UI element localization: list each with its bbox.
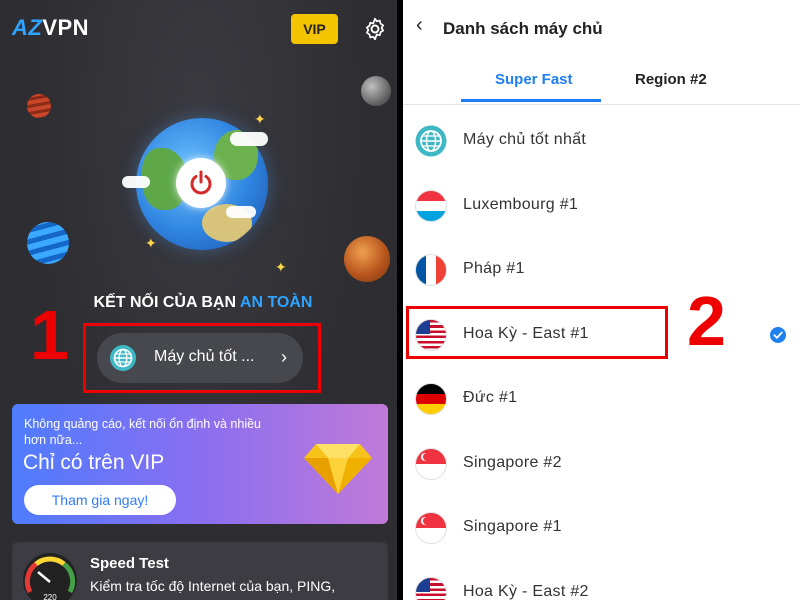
- vip-button[interactable]: VIP: [291, 14, 338, 44]
- promo-title: Chỉ có trên VIP: [23, 451, 165, 474]
- speed-test-title: Speed Test: [90, 555, 169, 572]
- sparkle-icon: ✦: [145, 235, 157, 251]
- sparkle-icon: ✦: [275, 259, 287, 275]
- server-name: Pháp #1: [463, 260, 525, 277]
- active-tab-indicator: [461, 99, 601, 102]
- gauge-label: 220: [43, 593, 57, 600]
- server-list-item[interactable]: Hoa Kỳ - East #2: [403, 561, 800, 600]
- page-title: Danh sách máy chủ: [443, 19, 603, 38]
- gear-icon[interactable]: [362, 16, 388, 42]
- server-list-item[interactable]: Máy chủ tốt nhất: [403, 109, 800, 173]
- join-now-button[interactable]: Tham gia ngay!: [24, 485, 176, 515]
- germany-flag-icon: [415, 383, 447, 415]
- server-list-screen: ‹ Danh sách máy chủ Super Fast Region #2…: [403, 0, 800, 600]
- diamond-icon: [304, 444, 372, 494]
- server-list-item[interactable]: Luxembourg #1: [403, 174, 800, 238]
- moon-decoration: [361, 76, 391, 106]
- server-list-item[interactable]: Singapore #2: [403, 432, 800, 496]
- server-list-item[interactable]: Singapore #1: [403, 496, 800, 560]
- highlight-box-annotation: [406, 306, 668, 359]
- vpn-home-screen: AZVPN VIP ✦ ✦ ✦ KẾT NỐI CỦA BẠN AN TOÀN …: [0, 0, 400, 600]
- france-flag-icon: [415, 254, 447, 286]
- server-name: Singapore #2: [463, 454, 562, 471]
- globe-icon: [415, 125, 447, 157]
- step-number-annotation: 1: [30, 296, 69, 374]
- blue-planet-decoration: [27, 222, 69, 264]
- sparkle-icon: ✦: [254, 111, 266, 127]
- tab-divider: [403, 104, 800, 105]
- red-planet-decoration: [27, 94, 51, 118]
- vip-promo-banner[interactable]: Không quảng cáo, kết nối ổn định và nhiề…: [12, 404, 388, 524]
- app-logo: AZVPN: [12, 15, 89, 41]
- promo-description: Không quảng cáo, kết nối ổn định và nhiề…: [24, 417, 261, 447]
- speedometer-icon: 220: [23, 553, 77, 600]
- singapore-flag-icon: [415, 448, 447, 480]
- server-list-item[interactable]: Đức #1: [403, 367, 800, 431]
- cloud-decoration: [122, 176, 150, 188]
- server-name: Luxembourg #1: [463, 196, 579, 213]
- cloud-decoration: [230, 132, 268, 146]
- server-name: Hoa Kỳ - East #2: [463, 583, 589, 600]
- power-button[interactable]: [176, 158, 226, 208]
- usa-flag-icon: [415, 577, 447, 600]
- checkmark-icon: [770, 327, 786, 343]
- speed-test-card[interactable]: 220 Speed Test Kiểm tra tốc độ Internet …: [12, 542, 388, 600]
- server-name: Đức #1: [463, 389, 518, 406]
- top-bar: ‹ Danh sách máy chủ: [403, 0, 800, 56]
- server-name: Máy chủ tốt nhất: [463, 131, 587, 148]
- luxembourg-flag-icon: [415, 190, 447, 222]
- power-icon: [190, 170, 212, 195]
- step-number-annotation: 2: [687, 282, 726, 360]
- cloud-decoration: [226, 206, 256, 218]
- highlight-box-annotation: [83, 323, 321, 393]
- speed-test-description: Kiểm tra tốc độ Internet của bạn, PING,: [90, 578, 336, 594]
- back-arrow-icon[interactable]: ‹: [416, 14, 423, 37]
- connection-status-value: AN TOÀN: [239, 294, 313, 311]
- logo-suffix: VPN: [42, 15, 90, 40]
- tab-region-2[interactable]: Region #2: [635, 71, 707, 88]
- tab-super-fast[interactable]: Super Fast: [495, 71, 573, 88]
- connection-status-prefix: KẾT NỐI CỦA BẠN: [93, 294, 237, 311]
- orange-planet-decoration: [344, 236, 390, 282]
- logo-prefix: AZ: [12, 15, 43, 40]
- singapore-flag-icon: [415, 512, 447, 544]
- server-name: Singapore #1: [463, 518, 562, 535]
- server-list-item[interactable]: Pháp #1: [403, 238, 800, 302]
